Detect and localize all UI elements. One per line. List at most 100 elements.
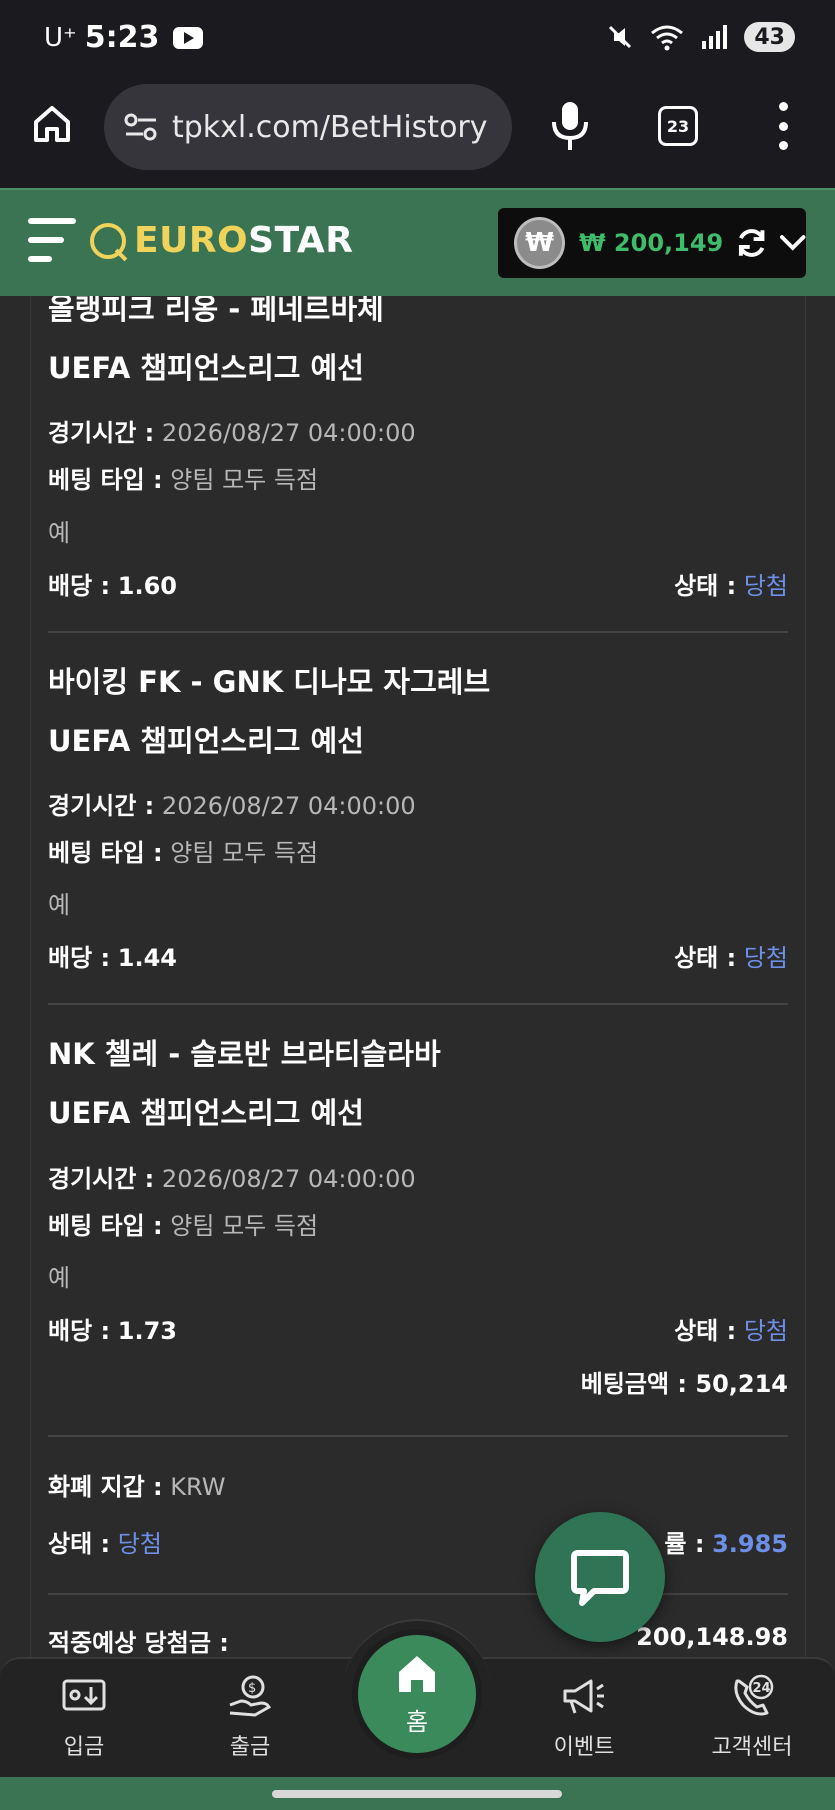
- site-settings-icon[interactable]: [124, 112, 158, 142]
- nav-home-button[interactable]: 홈: [352, 1629, 482, 1759]
- status-right: 43: [606, 22, 795, 52]
- logo-mark-icon: [90, 222, 126, 259]
- odds-label: 배당 :: [48, 944, 111, 973]
- status-label: 상태 :: [674, 1316, 737, 1345]
- battery-level: 43: [754, 24, 785, 50]
- bet-item: 올랭피크 리옹 - 페네르바체 UEFA 챔피언스리그 예선 경기시간 : 20…: [48, 296, 788, 633]
- match-time-value: 2026/08/27 04:00:00: [161, 791, 416, 820]
- support-badge: 24: [753, 1681, 771, 1696]
- microphone-icon[interactable]: [548, 100, 592, 152]
- svg-text:$: $: [248, 1681, 256, 1696]
- odds-label: 배당 :: [48, 1316, 111, 1345]
- megaphone-icon: [563, 1679, 604, 1714]
- league-name: UEFA 챔피언스리그 예선: [48, 723, 364, 758]
- home-icon: [399, 1655, 435, 1692]
- site-logo[interactable]: EURO STAR: [90, 220, 353, 261]
- summary-status-label: 상태 :: [48, 1529, 111, 1558]
- status-bar: U⁺ 5:23 43: [0, 0, 835, 78]
- wallet-balance-box[interactable]: ₩ ₩ 200,149: [498, 208, 806, 278]
- carrier-label: U⁺: [44, 22, 77, 53]
- site-header: EURO STAR ₩ ₩ 200,149: [0, 188, 835, 296]
- match-time-value: 2026/08/27 04:00:00: [161, 419, 416, 448]
- address-bar[interactable]: tpkxl.com/BetHistory: [104, 84, 512, 170]
- league-name: UEFA 챔피언스리그 예선: [48, 1096, 364, 1131]
- live-chat-button[interactable]: [535, 1512, 665, 1642]
- total-odds-value: 3.985: [712, 1529, 788, 1558]
- status-badge: 당첨: [743, 944, 788, 973]
- nav-deposit[interactable]: 입금: [4, 1673, 164, 1761]
- deposit-icon: [62, 1679, 106, 1711]
- status-badge: 당첨: [743, 571, 788, 600]
- match-time-label: 경기시간 :: [48, 791, 155, 820]
- wallet-label: 화폐 지갑 :: [48, 1472, 163, 1501]
- nav-home-label: 홈: [405, 1707, 429, 1736]
- url-text: tpkxl.com/BetHistory: [172, 109, 488, 145]
- match-time-value: 2026/08/27 04:00:00: [161, 1164, 416, 1193]
- battery-indicator: 43: [744, 22, 795, 52]
- wallet-balance: ₩ 200,149: [579, 229, 724, 257]
- status-left: U⁺ 5:23: [44, 20, 204, 55]
- hamburger-menu-icon[interactable]: [28, 218, 76, 262]
- bet-type-value: 양팀 모두 득점: [170, 1211, 319, 1240]
- wifi-icon: [651, 25, 684, 51]
- match-time-label: 경기시간 :: [48, 1164, 155, 1193]
- won-currency-icon: ₩: [514, 217, 566, 269]
- bet-type-value: 양팀 모두 득점: [170, 466, 319, 495]
- bet-slip-summary: 화폐 지갑 : KRW 상태 : 당첨 률 : 3.985: [48, 1467, 788, 1595]
- bet-type-row: 베팅 타입 : 양팀 모두 득점: [48, 465, 788, 496]
- status-label: 상태 :: [674, 571, 737, 600]
- bet-type-value: 양팀 모두 득점: [170, 839, 319, 868]
- match-time-label: 경기시간 :: [48, 419, 155, 448]
- match-title: 바이킹 FK - GNK 디나모 자그레브: [48, 664, 491, 699]
- bet-pick: 예: [48, 891, 71, 920]
- expected-payout-value: 200,148.98: [636, 1622, 788, 1651]
- browser-home-icon[interactable]: [30, 102, 74, 146]
- odds-status-row: 배당 : 1.60 상태 : 당첨: [48, 566, 788, 631]
- nav-deposit-label: 입금: [63, 1735, 105, 1760]
- chevron-down-icon[interactable]: [779, 233, 806, 253]
- gesture-bar: [0, 1777, 835, 1810]
- nav-event-label: 이벤트: [553, 1735, 615, 1760]
- logo-star-text: STAR: [248, 220, 354, 261]
- mute-icon: [609, 25, 632, 49]
- odds-value: 1.73: [117, 1316, 177, 1345]
- odds-value: 1.60: [117, 571, 177, 600]
- browser-toolbar: tpkxl.com/BetHistory 23: [0, 78, 835, 188]
- status-label: 상태 :: [674, 944, 737, 973]
- bet-item: NK 첼레 - 슬로반 브라티슬라바 UEFA 챔피언스리그 예선 경기시간 :…: [48, 1005, 788, 1437]
- nav-withdraw[interactable]: $ 출금: [170, 1673, 330, 1761]
- refresh-icon[interactable]: [735, 226, 768, 260]
- signal-icon: [702, 25, 728, 49]
- logo-euro-text: EURO: [134, 220, 249, 261]
- bet-type-label: 베팅 타입 :: [48, 466, 163, 495]
- match-time-row: 경기시간 : 2026/08/27 04:00:00: [48, 418, 788, 449]
- withdraw-icon: $: [229, 1675, 271, 1717]
- match-time-row: 경기시간 : 2026/08/27 04:00:00: [48, 791, 788, 822]
- summary-status-badge: 당첨: [117, 1529, 162, 1558]
- bet-type-row: 베팅 타입 : 양팀 모두 득점: [48, 1211, 788, 1242]
- bet-type-label: 베팅 타입 :: [48, 839, 163, 868]
- stake-label: 베팅금액 :: [580, 1369, 688, 1398]
- match-title: 올랭피크 리옹 - 페네르바체: [48, 296, 384, 326]
- summary-status-row: 상태 : 당첨 률 : 3.985: [48, 1524, 788, 1559]
- nav-withdraw-label: 출금: [229, 1735, 271, 1760]
- total-odds-label: 률 :: [664, 1529, 705, 1558]
- gesture-handle[interactable]: [272, 1790, 562, 1798]
- nav-event[interactable]: 이벤트: [504, 1673, 664, 1761]
- stake-row: 베팅금액 : 50,214: [48, 1364, 788, 1435]
- bet-item: 바이킹 FK - GNK 디나모 자그레브 UEFA 챔피언스리그 예선 경기시…: [48, 633, 788, 1006]
- browser-menu-icon[interactable]: [768, 102, 798, 150]
- tab-switcher-button[interactable]: 23: [658, 106, 698, 146]
- wallet-value: KRW: [170, 1472, 226, 1501]
- status-badge: 당첨: [743, 1316, 788, 1345]
- match-time-row: 경기시간 : 2026/08/27 04:00:00: [48, 1164, 788, 1195]
- bet-pick: 예: [48, 518, 71, 547]
- tab-count: 23: [666, 116, 690, 136]
- youtube-icon: [173, 26, 204, 49]
- league-name: UEFA 챔피언스리그 예선: [48, 351, 364, 386]
- odds-status-row: 배당 : 1.44 상태 : 당첨: [48, 938, 788, 1003]
- bet-history-content: 올랭피크 리옹 - 페네르바체 UEFA 챔피언스리그 예선 경기시간 : 20…: [30, 296, 806, 1660]
- support-24-icon: 24: [734, 1674, 774, 1716]
- wallet-row: 화폐 지갑 : KRW: [48, 1467, 788, 1502]
- nav-support[interactable]: 24 고객센터: [672, 1673, 832, 1761]
